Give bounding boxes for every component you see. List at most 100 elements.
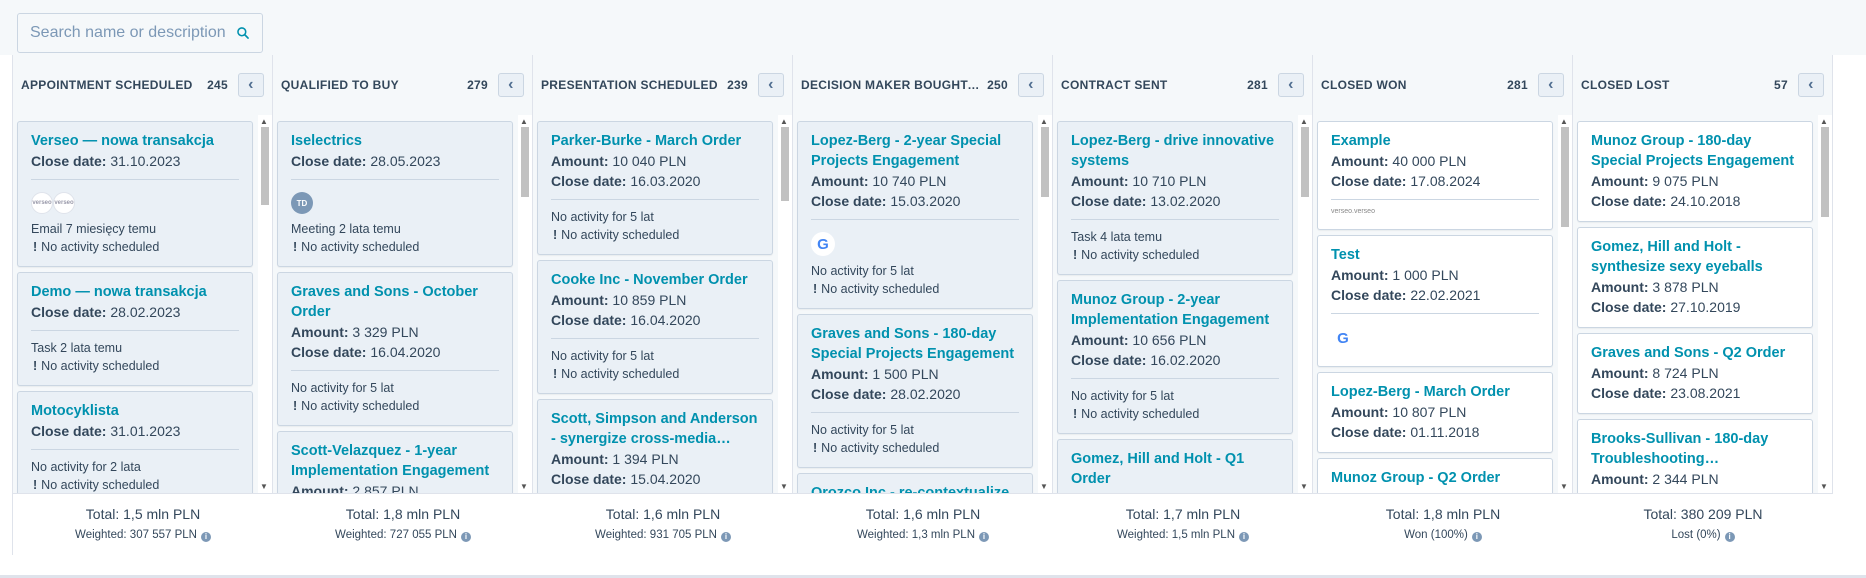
google-company-icon[interactable]: G — [811, 232, 835, 256]
scrollbar-thumb[interactable] — [521, 127, 529, 197]
deal-title-link[interactable]: Test — [1331, 245, 1539, 265]
info-icon[interactable]: i — [1471, 532, 1482, 542]
deal-card[interactable]: Graves and Sons - Q2 Order Amount: 8 724 … — [1577, 333, 1813, 414]
deal-card[interactable]: Lopez-Berg - March Order Amount: 10 807 P… — [1317, 372, 1553, 453]
collapse-column-button[interactable]: ‹ — [1278, 73, 1304, 97]
deal-card[interactable]: Graves and Sons - 180-day Special Projec… — [797, 314, 1033, 468]
deal-card[interactable]: Gomez, Hill and Holt - synthesize sexy e… — [1577, 227, 1813, 328]
column-scrollbar[interactable]: ▲ ▼ — [518, 115, 532, 493]
scroll-down-arrow[interactable]: ▼ — [1820, 482, 1828, 491]
deal-title-link[interactable]: Lopez-Berg - 2-year Special Projects Eng… — [811, 131, 1019, 171]
deal-card[interactable]: Demo — nowa transakcja Close date: 28.02.… — [17, 272, 253, 386]
collapse-column-button[interactable]: ‹ — [1538, 73, 1564, 97]
collapse-column-button[interactable]: ‹ — [498, 73, 524, 97]
deal-card[interactable]: Gomez, Hill and Holt - Q1 OrderAmount: 3… — [1057, 439, 1293, 493]
deal-title-link[interactable]: Example — [1331, 131, 1539, 151]
deal-title-link[interactable]: Graves and Sons - 180-day Special Projec… — [811, 324, 1019, 364]
deal-card[interactable]: Graves and Sons - October Order Amount: 3… — [277, 272, 513, 426]
search-icon[interactable] — [236, 24, 250, 42]
contact-avatar[interactable]: verseo — [53, 192, 75, 214]
deal-title-link[interactable]: Graves and Sons - October Order — [291, 282, 499, 322]
scroll-down-arrow[interactable]: ▼ — [260, 482, 268, 491]
scroll-up-arrow[interactable]: ▲ — [1820, 117, 1828, 126]
deal-card[interactable]: Brooks-Sullivan - 180-day Troubleshootin… — [1577, 419, 1813, 493]
scrollbar-thumb[interactable] — [1561, 127, 1569, 227]
collapse-column-button[interactable]: ‹ — [1018, 73, 1044, 97]
deal-card[interactable]: Scott-Velazquez - 1-year Implementation … — [277, 431, 513, 493]
deal-title-link[interactable]: Munoz Group - 180-day Special Projects E… — [1591, 131, 1799, 171]
deal-card[interactable]: Example Amount: 40 000 PLN Close date: 17.… — [1317, 121, 1553, 230]
deal-title-link[interactable]: Motocyklista — [31, 401, 239, 421]
deal-card[interactable]: Munoz Group - Q2 OrderAmount: 10 996 PLN — [1317, 458, 1553, 493]
scrollbar-thumb[interactable] — [261, 127, 269, 205]
deal-card[interactable]: Orozco Inc - re-contextualize distribute… — [797, 473, 1033, 493]
info-icon[interactable]: i — [720, 532, 731, 542]
info-icon[interactable]: i — [979, 532, 990, 542]
collapse-column-button[interactable]: ‹ — [238, 73, 264, 97]
deal-title-link[interactable]: Brooks-Sullivan - 180-day Troubleshootin… — [1591, 429, 1799, 469]
property-label: Amount: — [1071, 173, 1129, 189]
deal-title-link[interactable]: Gomez, Hill and Holt - Q1 Order — [1071, 449, 1279, 489]
info-icon[interactable]: i — [200, 532, 211, 542]
scrollbar-thumb[interactable] — [1301, 127, 1309, 197]
collapse-column-button[interactable]: ‹ — [1798, 73, 1824, 97]
deal-title-link[interactable]: Lopez-Berg - March Order — [1331, 382, 1539, 402]
deal-title-link[interactable]: Verseo — nowa transakcja — [31, 131, 239, 151]
column-scrollbar[interactable]: ▲ ▼ — [1818, 115, 1832, 493]
deal-property: Amount: 9 075 PLN — [1591, 171, 1799, 191]
info-icon[interactable]: i — [460, 532, 471, 542]
column-scrollbar[interactable]: ▲ ▼ — [258, 115, 272, 493]
column-scrollbar[interactable]: ▲ ▼ — [1558, 115, 1572, 493]
info-icon[interactable]: i — [1724, 532, 1735, 542]
deal-property: Amount: 10 710 PLN — [1071, 171, 1279, 191]
deal-title-link[interactable]: Munoz Group - 2-year Implementation Enga… — [1071, 290, 1279, 330]
scrollbar-thumb[interactable] — [1041, 127, 1049, 197]
deal-card[interactable]: Verseo — nowa transakcja Close date: 31.1… — [17, 121, 253, 267]
deal-title-link[interactable]: Orozco Inc - re-contextualize distribute… — [811, 483, 1019, 493]
deal-title-link[interactable]: Munoz Group - Q2 Order — [1331, 468, 1539, 488]
deal-title-link[interactable]: Graves and Sons - Q2 Order — [1591, 343, 1799, 363]
info-icon[interactable]: i — [1239, 532, 1250, 542]
scroll-up-arrow[interactable]: ▲ — [780, 117, 788, 126]
scroll-up-arrow[interactable]: ▲ — [1560, 117, 1568, 126]
deal-card[interactable]: Cooke Inc - November Order Amount: 10 859… — [537, 260, 773, 394]
column-scrollbar[interactable]: ▲ ▼ — [778, 115, 792, 493]
scrollbar-thumb[interactable] — [1821, 127, 1829, 217]
deal-title-link[interactable]: Scott, Simpson and Anderson - synergize … — [551, 409, 759, 449]
column-scrollbar[interactable]: ▲ ▼ — [1298, 115, 1312, 493]
search-box[interactable] — [17, 13, 263, 53]
scroll-down-arrow[interactable]: ▼ — [1040, 482, 1048, 491]
deal-title-link[interactable]: Demo — nowa transakcja — [31, 282, 239, 302]
deal-card[interactable]: Parker-Burke - March Order Amount: 10 040… — [537, 121, 773, 255]
deal-card[interactable]: Munoz Group - 180-day Special Projects E… — [1577, 121, 1813, 222]
column-footer: Total: 1,8 mln PLN Won (100%) i — [1313, 493, 1573, 555]
scroll-up-arrow[interactable]: ▲ — [520, 117, 528, 126]
search-input[interactable] — [30, 24, 230, 42]
deal-card[interactable]: Motocyklista Close date: 31.01.2023 No act… — [17, 391, 253, 493]
scroll-up-arrow[interactable]: ▲ — [260, 117, 268, 126]
contact-avatar[interactable]: TD — [291, 192, 313, 214]
scroll-down-arrow[interactable]: ▼ — [780, 482, 788, 491]
scroll-up-arrow[interactable]: ▲ — [1300, 117, 1308, 126]
contact-avatar[interactable]: verseo — [31, 192, 53, 214]
deal-card[interactable]: Lopez-Berg - drive innovative systems Amo… — [1057, 121, 1293, 275]
deal-card[interactable]: Lopez-Berg - 2-year Special Projects Eng… — [797, 121, 1033, 309]
deal-title-link[interactable]: Gomez, Hill and Holt - synthesize sexy e… — [1591, 237, 1799, 277]
scroll-down-arrow[interactable]: ▼ — [1300, 482, 1308, 491]
deal-card[interactable]: Munoz Group - 2-year Implementation Enga… — [1057, 280, 1293, 434]
scrollbar-thumb[interactable] — [781, 127, 789, 201]
deal-title-link[interactable]: Lopez-Berg - drive innovative systems — [1071, 131, 1279, 171]
google-company-icon[interactable]: G — [1331, 326, 1355, 350]
deal-title-link[interactable]: Parker-Burke - March Order — [551, 131, 759, 151]
deal-title-link[interactable]: Cooke Inc - November Order — [551, 270, 759, 290]
deal-card[interactable]: Test Amount: 1 000 PLN Close date: 22.02.2… — [1317, 235, 1553, 367]
scroll-down-arrow[interactable]: ▼ — [520, 482, 528, 491]
scroll-down-arrow[interactable]: ▼ — [1560, 482, 1568, 491]
deal-card[interactable]: Iselectrics Close date: 28.05.2023 TD Meeti… — [277, 121, 513, 267]
column-scrollbar[interactable]: ▲ ▼ — [1038, 115, 1052, 493]
scroll-up-arrow[interactable]: ▲ — [1040, 117, 1048, 126]
collapse-column-button[interactable]: ‹ — [758, 73, 784, 97]
deal-card[interactable]: Scott, Simpson and Anderson - synergize … — [537, 399, 773, 493]
deal-title-link[interactable]: Iselectrics — [291, 131, 499, 151]
deal-title-link[interactable]: Scott-Velazquez - 1-year Implementation … — [291, 441, 499, 481]
